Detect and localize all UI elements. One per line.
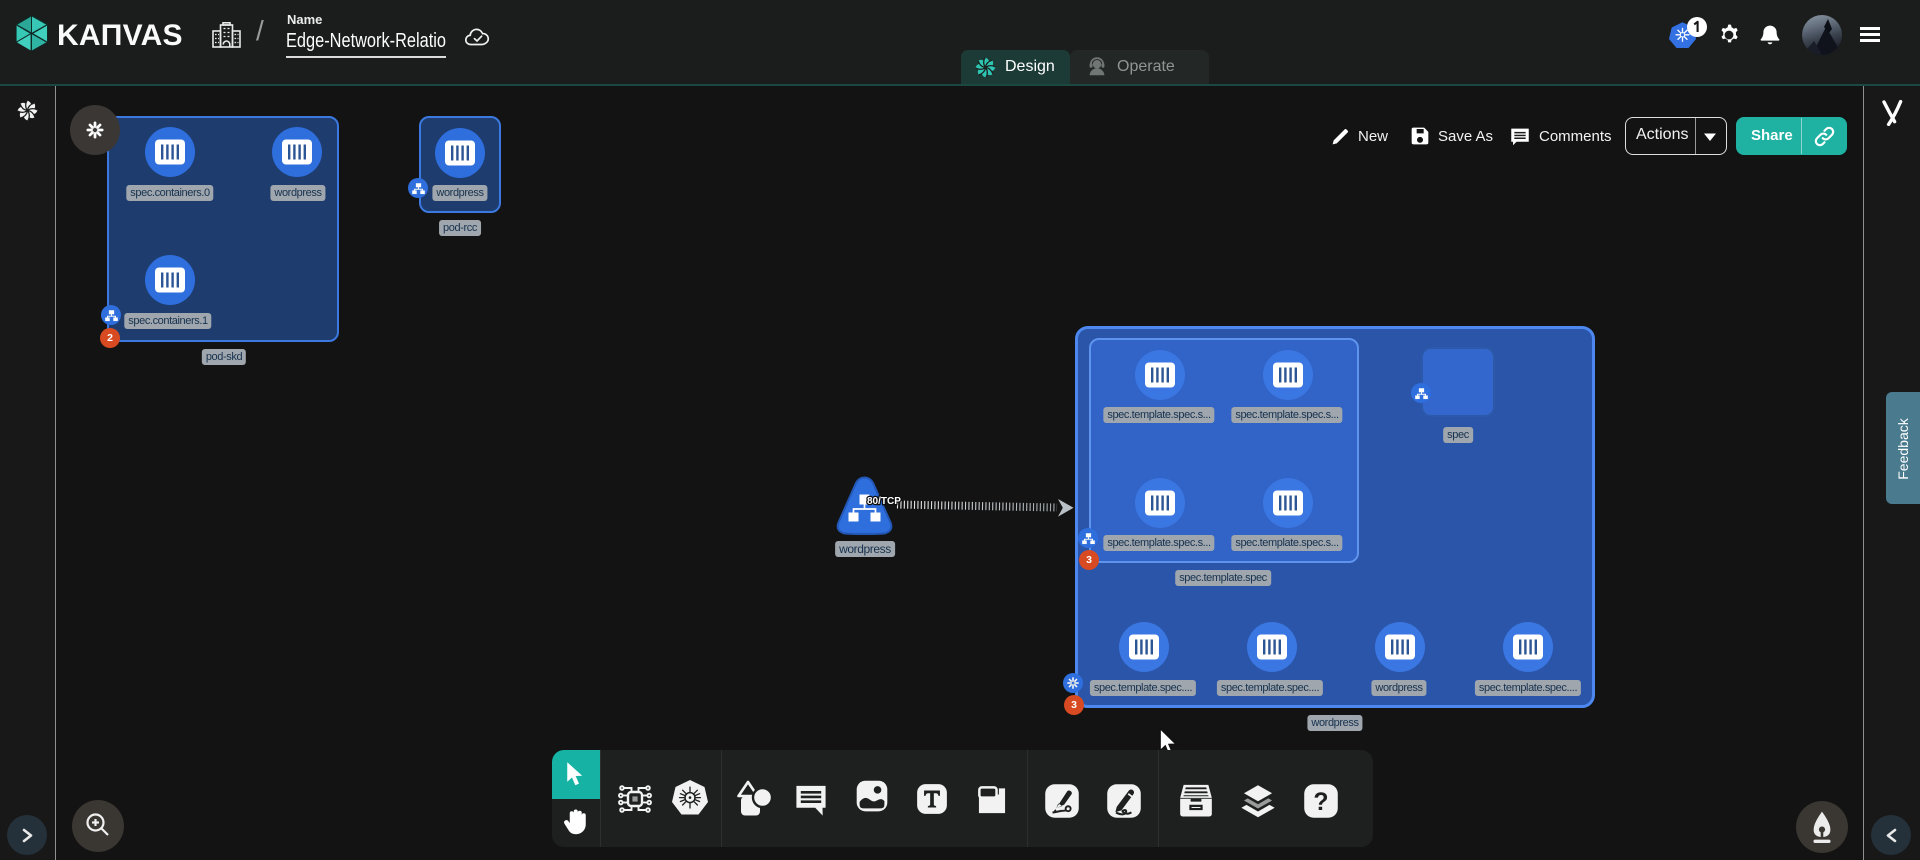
svg-text:?: ? <box>1313 789 1328 816</box>
svg-text:80/TCP: 80/TCP <box>867 496 901 507</box>
